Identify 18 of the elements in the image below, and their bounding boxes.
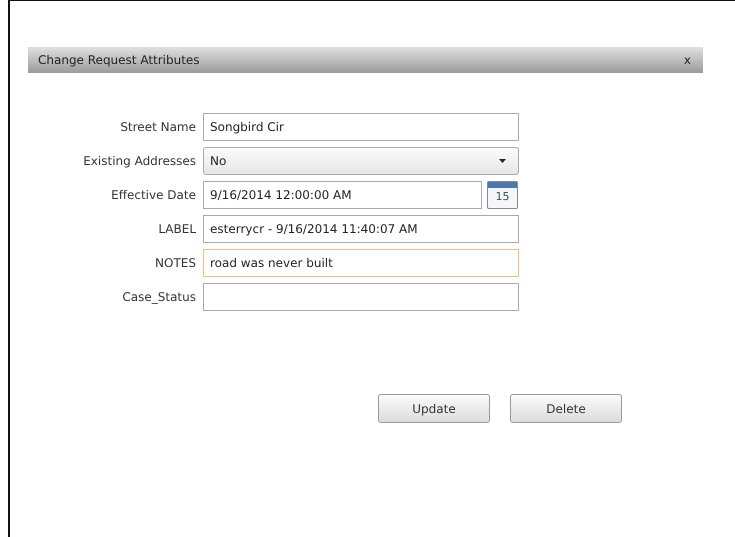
field-label: Street Name: [119, 120, 197, 134]
field-label: Effective Date: [110, 188, 197, 202]
text-field[interactable]: [203, 283, 519, 311]
caret-icon: [499, 159, 506, 163]
text-field[interactable]: esterrycr - 9/16/2014 11:40:07 AM: [203, 215, 519, 243]
text-field[interactable]: Songbird Cir: [203, 113, 519, 141]
dialog-button[interactable]: Delete: [510, 394, 622, 423]
close-button[interactable]: x: [682, 53, 693, 67]
field-label: Existing Addresses: [82, 154, 197, 168]
date-field[interactable]: 9/16/2014 12:00:00 AM: [203, 181, 482, 209]
dropdown-field[interactable]: No: [203, 147, 519, 175]
field-label: Case_Status: [121, 290, 197, 304]
dialog-button[interactable]: Update: [378, 394, 490, 423]
field-label: NOTES: [154, 256, 197, 270]
field-label: LABEL: [157, 222, 197, 236]
text-field[interactable]: road was never built: [203, 249, 519, 277]
calendar-icon[interactable]: 15: [487, 181, 518, 209]
dialog-title: Change Request Attributes: [38, 53, 200, 67]
